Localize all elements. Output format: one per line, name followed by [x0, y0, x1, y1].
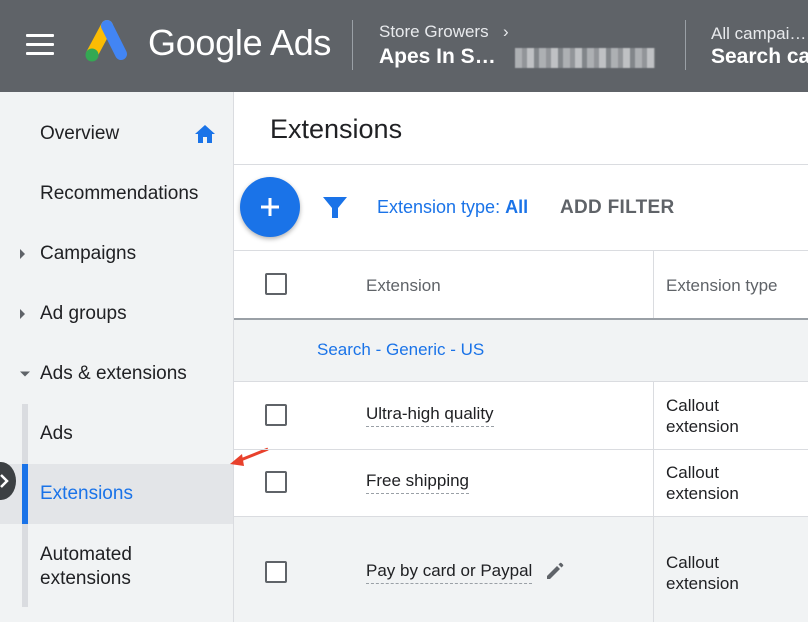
brand-name: Google Ads [148, 22, 332, 63]
sidebar-item-label: Ads & extensions [40, 363, 187, 384]
sidebar-item-label: Overview [40, 123, 120, 144]
chevron-right-icon [0, 474, 9, 488]
sidebar-item-ad-groups[interactable]: Ad groups [0, 284, 233, 344]
sidebar-item-ads[interactable]: Ads [0, 404, 233, 464]
sidebar-item-automated-extensions[interactable]: Automated extensions [0, 540, 233, 594]
filter-value: All [505, 197, 529, 217]
row-checkbox[interactable] [265, 471, 287, 493]
filter-label: Extension type: [377, 197, 501, 217]
header-divider [352, 20, 353, 70]
caret-right-icon [20, 249, 25, 259]
sidebar-item-ads-extensions[interactable]: Ads & extensions [0, 344, 233, 404]
pencil-edit-icon[interactable] [544, 560, 566, 582]
account-name[interactable]: Apes In S… [379, 45, 496, 69]
table-row-extension[interactable]: Ultra-high quality [366, 404, 494, 427]
plus-icon [261, 198, 279, 216]
column-header-extension[interactable]: Extension [366, 276, 441, 296]
row-checkbox[interactable] [265, 561, 287, 583]
redacted-account-id [515, 48, 655, 68]
add-extension-button[interactable] [240, 177, 300, 237]
annotation-arrow-icon [230, 447, 269, 466]
sidebar-item-recommendations[interactable]: Recommendations [0, 164, 233, 224]
divider [234, 449, 808, 450]
row-checkbox[interactable] [265, 404, 287, 426]
sidebar-item-label: Extensions [40, 483, 133, 504]
caret-down-icon [20, 371, 30, 377]
google-ads-logo[interactable] [80, 20, 130, 64]
select-all-checkbox[interactable] [265, 273, 287, 295]
page-title: Extensions [270, 114, 403, 144]
add-filter-button[interactable]: ADD FILTER [560, 197, 675, 219]
filter-chip-extension-type[interactable]: Extension type: All [377, 197, 528, 218]
filter-icon[interactable] [322, 196, 348, 220]
column-divider [653, 250, 654, 318]
account-manager-label[interactable]: Store Growers [379, 22, 489, 42]
sidebar-nav: Overview Recommendations Campaigns Ad gr… [0, 92, 234, 622]
table-row-extension-type: Callout extension [666, 463, 739, 503]
sidebar-item-label: Automated extensions [40, 544, 132, 589]
hamburger-menu-icon[interactable] [26, 34, 54, 56]
top-app-bar: Google Ads Store Growers › Apes In S… Al… [0, 0, 808, 92]
column-divider [653, 381, 654, 622]
chevron-right-icon: › [503, 22, 509, 41]
ad-group-link[interactable]: Search - Generic - US [317, 340, 484, 360]
sidebar-item-extensions[interactable]: Extensions [0, 464, 233, 524]
column-header-extension-type[interactable]: Extension type [666, 276, 778, 296]
campaign-name[interactable]: Search ca [711, 45, 808, 69]
sidebar-item-label: Ads [40, 423, 73, 444]
table-row-extension-type: Callout extension [666, 396, 739, 436]
header-divider [685, 20, 686, 70]
active-indicator [22, 464, 28, 524]
caret-right-icon [20, 309, 25, 319]
sidebar-item-label: Campaigns [40, 243, 137, 264]
sidebar-item-label: Recommendations [40, 183, 199, 204]
table-row-extension[interactable]: Pay by card or Paypal [366, 561, 533, 584]
sidebar-item-campaigns[interactable]: Campaigns [0, 224, 233, 284]
home-icon [195, 125, 215, 143]
table-row-extension-type: Callout extension [666, 553, 739, 593]
divider [234, 250, 808, 251]
divider [234, 381, 808, 382]
divider [234, 164, 808, 165]
divider [234, 516, 808, 517]
sidebar-item-label: Ad groups [40, 303, 127, 324]
campaign-scope-label[interactable]: All campai… [711, 24, 806, 44]
table-row-extension[interactable]: Free shipping [366, 471, 470, 494]
